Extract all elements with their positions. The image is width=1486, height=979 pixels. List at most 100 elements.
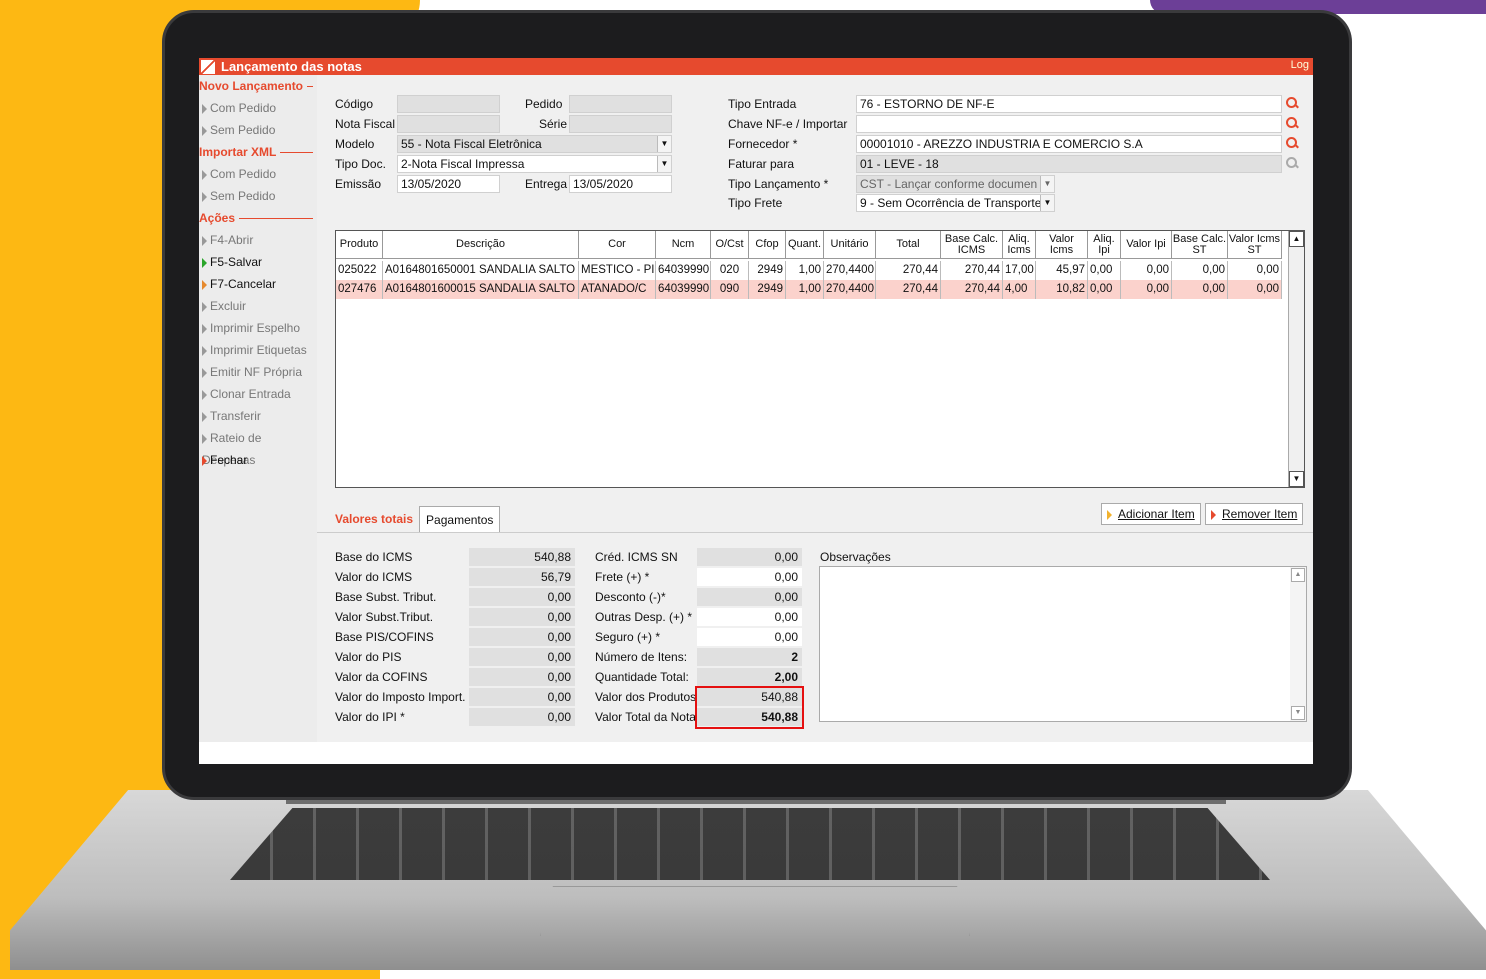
tipo-lancamento-select[interactable]: CST - Lançar conforme documen ▼	[856, 175, 1055, 193]
grid-scrollbar[interactable]: ▲ ▼	[1288, 231, 1304, 487]
sidebar-item-cancelar[interactable]: F7-Cancelar	[199, 273, 317, 295]
total-value[interactable]: 0,00	[697, 568, 802, 586]
table-cell: 64039990	[656, 261, 711, 280]
total-value[interactable]: 0,00	[469, 628, 575, 646]
grid-header-cell[interactable]: Aliq. Icms	[1003, 231, 1036, 258]
chevron-down-icon[interactable]: ▼	[657, 136, 671, 152]
scroll-up-icon[interactable]: ▲	[1289, 231, 1304, 247]
add-item-button[interactable]: Adicionar Item	[1101, 503, 1201, 525]
serie-field[interactable]	[569, 115, 672, 133]
sidebar-item-emitir-nf[interactable]: Emitir NF Própria	[199, 361, 317, 383]
modelo-value: 55 - Nota Fiscal Eletrônica	[401, 137, 542, 151]
table-cell: 45,97	[1036, 261, 1088, 280]
grid-header-cell[interactable]: Quant.	[786, 231, 824, 258]
total-value[interactable]: 0,00	[469, 648, 575, 666]
grid-header-cell[interactable]: Produto	[336, 231, 383, 258]
sidebar-item-xml-com-pedido[interactable]: Com Pedido	[199, 163, 317, 185]
modelo-label: Modelo	[335, 137, 375, 151]
tab-valores-totais[interactable]: Valores totais	[329, 506, 420, 532]
grid-header-cell[interactable]: Valor Icms ST	[1228, 231, 1282, 258]
modelo-select[interactable]: 55 - Nota Fiscal Eletrônica ▼	[397, 135, 672, 153]
tipo-doc-label: Tipo Doc.	[335, 157, 386, 171]
tab-pagamentos[interactable]: Pagamentos	[419, 506, 501, 532]
remove-item-button[interactable]: Remover Item	[1205, 503, 1304, 525]
pedido-field[interactable]	[569, 95, 672, 113]
total-value[interactable]: 0,00	[697, 608, 802, 626]
table-cell: 270,44	[941, 261, 1003, 280]
tipo-entrada-field[interactable]: 76 - ESTORNO DE NF-E	[856, 95, 1282, 113]
sidebar-item-imprimir-etiquetas[interactable]: Imprimir Etiquetas	[199, 339, 317, 361]
scroll-down-icon[interactable]: ▼	[1289, 471, 1304, 487]
scroll-down-icon[interactable]: ▼	[1291, 706, 1305, 720]
total-value[interactable]: 0,00	[469, 708, 575, 726]
fornecedor-field[interactable]: 00001010 - AREZZO INDUSTRIA E COMERCIO S…	[856, 135, 1282, 153]
triangle-icon	[202, 367, 207, 378]
tipo-frete-select[interactable]: 9 - Sem Ocorrência de Transporte ▼	[856, 194, 1055, 212]
grid-header-cell[interactable]: Base Calc. ST	[1172, 231, 1228, 258]
total-value[interactable]: 540,88	[469, 548, 575, 566]
tipo-doc-select[interactable]: 2-Nota Fiscal Impressa ▼	[397, 155, 672, 173]
sidebar-item-transferir[interactable]: Transferir	[199, 405, 317, 427]
sidebar-item-label: Imprimir Espelho	[210, 321, 301, 335]
observacoes-textarea[interactable]: ▲ ▼	[819, 566, 1307, 722]
faturar-label: Faturar para	[728, 157, 795, 171]
grid-header-cell[interactable]: Aliq. Ipi	[1088, 231, 1121, 258]
grid-header-cell[interactable]: Base Calc. ICMS	[941, 231, 1003, 258]
triangle-icon	[202, 345, 207, 356]
grid-header-cell[interactable]: Valor Ipi	[1121, 231, 1172, 258]
sidebar-item-imprimir-espelho[interactable]: Imprimir Espelho	[199, 317, 317, 339]
triangle-icon	[1211, 509, 1216, 520]
grid-header-cell[interactable]: Total	[876, 231, 941, 258]
chave-field[interactable]	[856, 115, 1282, 133]
total-label: Frete (+) *	[595, 570, 650, 584]
sidebar-item-salvar[interactable]: F5-Salvar	[199, 251, 317, 273]
grid-header-cell[interactable]: Unitário	[824, 231, 876, 258]
search-icon[interactable]	[1285, 156, 1299, 170]
sidebar-item-fechar[interactable]: Fechar	[199, 449, 317, 471]
table-row[interactable]: 027476 A0164801600015 SANDALIA SALTO R ATA…	[336, 280, 1282, 299]
total-value[interactable]: 56,79	[469, 568, 575, 586]
sidebar-item-sem-pedido[interactable]: Sem Pedido	[199, 119, 317, 141]
search-icon[interactable]	[1285, 96, 1299, 110]
chevron-down-icon[interactable]: ▼	[657, 156, 671, 172]
table-row[interactable]: 025022 A0164801650001 SANDALIA SALTO R MES…	[336, 261, 1282, 280]
highlight-box	[695, 686, 804, 729]
tipo-lancamento-label: Tipo Lançamento *	[728, 177, 829, 191]
sidebar: Novo Lançamento Com Pedido Sem Pedido Im…	[199, 75, 317, 764]
grid-header-cell[interactable]: Valor Icms	[1036, 231, 1088, 258]
sidebar-item-rateio[interactable]: Rateio de Despesas	[199, 427, 317, 467]
grid-header-cell[interactable]: Cor	[579, 231, 656, 258]
total-value[interactable]: 0,00	[469, 588, 575, 606]
total-value[interactable]: 2	[697, 648, 802, 666]
grid-header-cell[interactable]: Ncm	[656, 231, 711, 258]
total-value[interactable]: 0,00	[697, 548, 802, 566]
search-icon[interactable]	[1285, 136, 1299, 150]
grid-header-cell[interactable]: Descrição	[383, 231, 579, 258]
scroll-up-icon[interactable]: ▲	[1291, 568, 1305, 582]
entrega-field[interactable]: 13/05/2020	[569, 175, 672, 193]
sidebar-item-clonar[interactable]: Clonar Entrada	[199, 383, 317, 405]
triangle-icon	[202, 257, 207, 268]
chevron-down-icon[interactable]: ▼	[1040, 176, 1054, 192]
table-cell: A0164801600015 SANDALIA SALTO R	[383, 280, 579, 299]
grid-header-cell[interactable]: Cfop	[749, 231, 786, 258]
total-value[interactable]: 2,00	[697, 668, 802, 686]
observacoes-scrollbar[interactable]: ▲ ▼	[1290, 567, 1306, 721]
total-value[interactable]: 0,00	[469, 668, 575, 686]
emissao-field[interactable]: 13/05/2020	[397, 175, 500, 193]
sidebar-item-excluir[interactable]: Excluir	[199, 295, 317, 317]
total-value[interactable]: 0,00	[697, 628, 802, 646]
faturar-field[interactable]: 01 - LEVE - 18	[856, 155, 1282, 173]
sidebar-item-xml-sem-pedido[interactable]: Sem Pedido	[199, 185, 317, 207]
sidebar-item-abrir[interactable]: F4-Abrir	[199, 229, 317, 251]
total-value[interactable]: 0,00	[469, 688, 575, 706]
chevron-down-icon[interactable]: ▼	[1040, 195, 1054, 211]
total-value[interactable]: 0,00	[697, 588, 802, 606]
nota-fiscal-field[interactable]	[397, 115, 500, 133]
codigo-field[interactable]	[397, 95, 500, 113]
grid-header-cell[interactable]: O/Cst	[711, 231, 749, 258]
search-icon[interactable]	[1285, 116, 1299, 130]
sidebar-item-com-pedido[interactable]: Com Pedido	[199, 97, 317, 119]
total-value[interactable]: 0,00	[469, 608, 575, 626]
chave-label: Chave NF-e / Importar	[728, 117, 848, 131]
